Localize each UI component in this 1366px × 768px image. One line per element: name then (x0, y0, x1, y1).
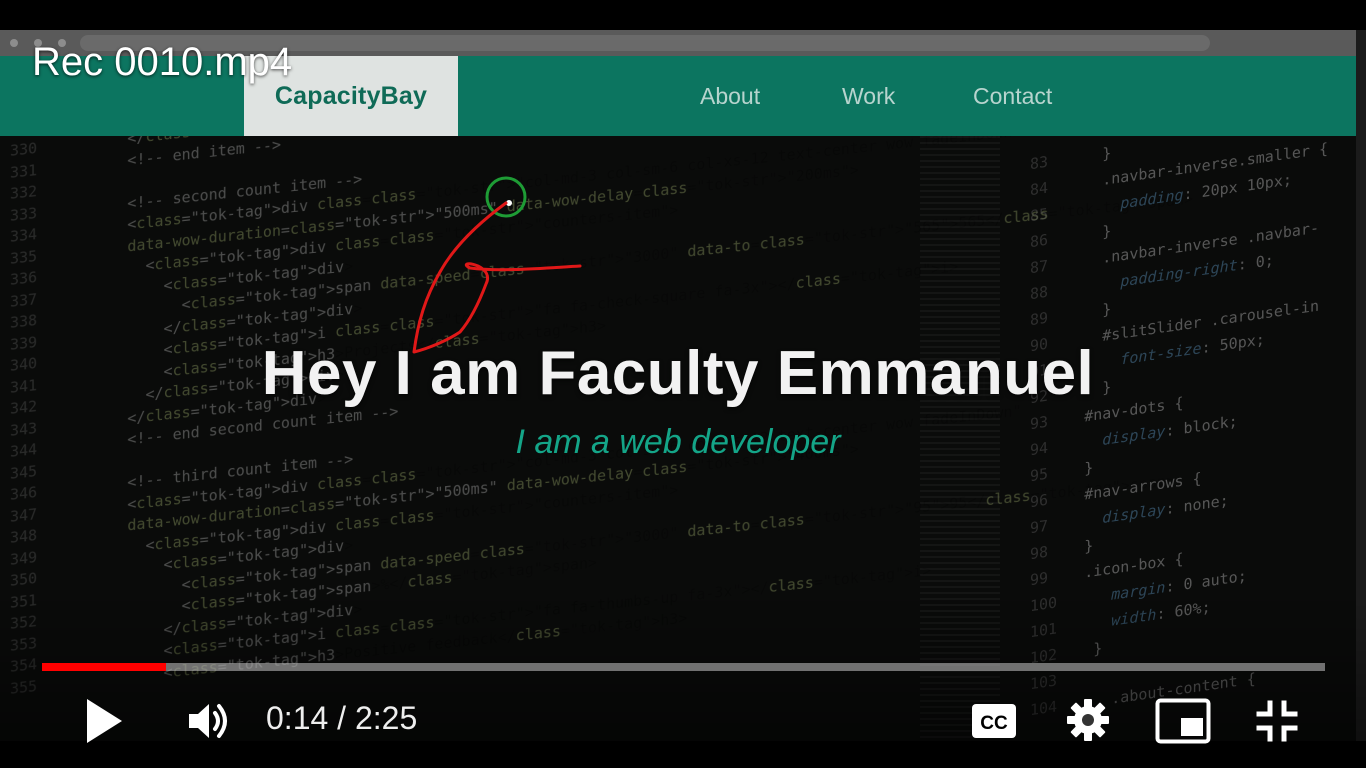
hero-title: Hey I am Faculty Emmanuel (261, 339, 1095, 408)
progress-played (42, 663, 166, 671)
code-line: 95 } (1030, 458, 1094, 486)
current-time: 0:14 (266, 700, 329, 736)
time-display: 0:14 / 2:25 (266, 700, 417, 737)
gear-icon (1067, 699, 1109, 741)
back-icon (10, 39, 18, 47)
logo-text: CapacityBay (274, 81, 428, 110)
code-line: 98 } (1030, 536, 1094, 564)
captions-button[interactable]: CC (970, 702, 1018, 740)
svg-text:CC: CC (980, 713, 1008, 734)
play-button[interactable] (82, 696, 126, 746)
code-line: 83 } (1030, 143, 1112, 174)
nav-link-about: About (700, 83, 761, 109)
code-line: 86 } (1030, 221, 1112, 252)
nav-link-contact: Contact (973, 83, 1053, 109)
video-player[interactable]: CapacityBay About Work Contact 330 </cla… (0, 0, 1366, 768)
miniplayer-button[interactable] (1155, 698, 1211, 744)
progress-bar[interactable] (42, 663, 1325, 671)
volume-icon (189, 704, 227, 738)
play-icon (87, 699, 122, 743)
exit-fullscreen-button[interactable] (1256, 700, 1298, 742)
video-title: Rec 0010.mp4 (32, 40, 293, 84)
settings-button[interactable] (1066, 698, 1110, 742)
code-line: 89 } (1030, 299, 1112, 330)
closed-captions-icon: CC (972, 704, 1016, 738)
volume-button[interactable] (186, 699, 232, 743)
nav-link-work: Work (842, 83, 896, 109)
time-separator: / (328, 700, 355, 736)
hero-subtitle: I am a web developer (515, 423, 841, 461)
exit-fullscreen-icon (1256, 700, 1298, 742)
miniplayer-icon (1155, 698, 1211, 744)
duration: 2:25 (354, 700, 418, 736)
